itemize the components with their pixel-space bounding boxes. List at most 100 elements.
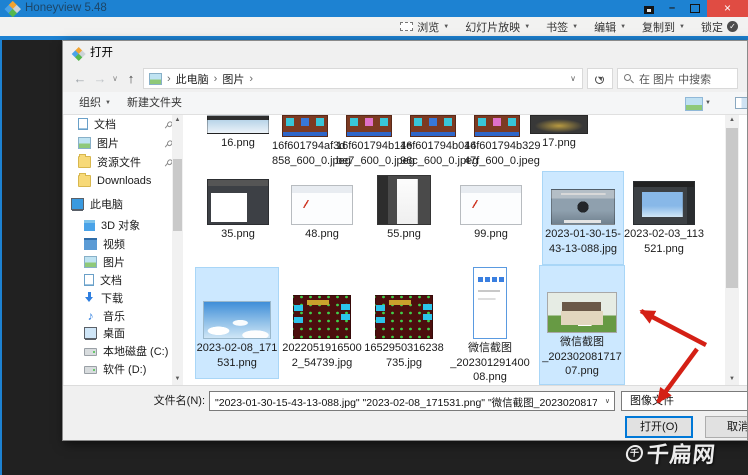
dialog-footer: 文件名(N): ∨ 图像文件 打开(O) 取消 xyxy=(63,385,747,441)
pictures-icon xyxy=(84,256,97,268)
copy-to-menu[interactable]: 复制到▼ xyxy=(642,19,685,35)
file-item[interactable]: 16f601794b14e be7_600_0.jpeg xyxy=(336,115,402,168)
minimize-button[interactable]: – xyxy=(661,0,683,17)
navigation-bar: ← → ∨ ↑ › 此电脑 › 图片 › ∨ xyxy=(63,65,747,92)
breadcrumb-separator: › xyxy=(214,73,218,85)
file-thumbnail xyxy=(207,115,269,134)
file-thumbnail xyxy=(547,292,617,333)
dialog-content: 文档 图片 资源文件 Downloads xyxy=(64,115,747,385)
back-button[interactable]: ← xyxy=(71,69,89,88)
desktop-icon xyxy=(84,327,97,339)
file-name: 微信截图 _202302081717 07.png xyxy=(539,335,625,379)
edit-menu[interactable]: 编辑▼ xyxy=(594,19,626,35)
file-thumbnail xyxy=(293,295,351,339)
file-item[interactable]: 48.png xyxy=(282,171,362,265)
screen: Honeyview 5.48 – × 浏览▼ 幻灯片放映▼ 书签▼ 编辑▼ 复制… xyxy=(0,0,748,475)
lock-toggle[interactable]: 锁定✓ xyxy=(701,19,738,35)
watermark-text: 千扁网 xyxy=(645,437,717,469)
scrollbar-thumb[interactable] xyxy=(726,128,738,288)
new-folder-button[interactable]: 新建文件夹 xyxy=(127,92,182,114)
file-list-scrollbar[interactable]: ▲ ▼ xyxy=(725,115,739,385)
scroll-up-icon[interactable]: ▲ xyxy=(725,115,739,126)
chevron-down-icon: ▼ xyxy=(105,92,111,114)
file-item-selected[interactable]: 2023-02-08_171 531.png xyxy=(195,267,279,379)
cancel-button[interactable]: 取消 xyxy=(705,416,748,438)
forward-button[interactable]: → xyxy=(91,69,109,88)
refresh-button[interactable] xyxy=(587,68,613,89)
address-dropdown-icon[interactable]: ∨ xyxy=(570,74,576,83)
file-name: 48.png xyxy=(282,227,362,242)
browse-menu[interactable]: 浏览▼ xyxy=(400,19,449,35)
disk-icon xyxy=(84,348,97,356)
file-item[interactable]: 2022051916500 2_54739.jpg xyxy=(282,267,362,379)
preview-pane-button[interactable] xyxy=(735,97,748,109)
file-thumbnail xyxy=(460,185,522,225)
file-thumbnail xyxy=(530,115,588,134)
folder-icon xyxy=(78,156,91,168)
view-mode-dropdown-icon[interactable]: ▼ xyxy=(705,100,711,106)
pictures-icon xyxy=(149,73,162,85)
check-circle-icon: ✓ xyxy=(727,21,738,32)
scrollbar-thumb[interactable] xyxy=(173,159,182,231)
file-thumbnail xyxy=(633,181,695,225)
file-item[interactable]: 16f601794b329 47f_600_0.jpeg xyxy=(464,115,530,168)
document-icon xyxy=(78,118,88,130)
search-input[interactable] xyxy=(637,70,737,89)
command-bar: 组织▼ 新建文件夹 ▼ xyxy=(63,92,747,115)
organize-menu[interactable]: 组织▼ xyxy=(79,92,111,114)
sidebar-item-pictures[interactable]: 图片 xyxy=(64,134,186,152)
folder-icon xyxy=(78,175,91,187)
file-name: 16.png xyxy=(205,136,271,151)
view-mode-button[interactable] xyxy=(685,97,703,111)
filetype-value: 图像文件 xyxy=(630,395,674,407)
disk-icon xyxy=(84,366,97,374)
file-thumbnail xyxy=(410,115,456,137)
file-thumbnail xyxy=(377,175,431,225)
scroll-up-icon[interactable]: ▲ xyxy=(172,115,183,126)
bookmarks-menu[interactable]: 书签▼ xyxy=(546,19,578,35)
file-thumbnail xyxy=(375,295,433,339)
filetype-combobox[interactable]: 图像文件 xyxy=(621,391,748,411)
scroll-down-icon[interactable]: ▼ xyxy=(725,374,739,385)
file-item-selected[interactable]: 微信截图 _202302081717 07.png xyxy=(539,265,625,385)
file-item[interactable]: 1652950316238 735.jpg xyxy=(364,267,444,379)
refresh-icon xyxy=(595,75,604,84)
sidebar-item-documents[interactable]: 文档 xyxy=(64,115,186,133)
sidebar-scrollbar[interactable]: ▲ ▼ xyxy=(172,115,183,385)
fit-to-screen-button[interactable] xyxy=(638,0,660,17)
up-button[interactable]: ↑ xyxy=(123,69,139,88)
filename-combobox[interactable]: ∨ xyxy=(209,391,615,411)
close-button[interactable]: × xyxy=(707,0,748,17)
file-item[interactable]: 99.png xyxy=(451,171,531,265)
slideshow-menu[interactable]: 幻灯片放映▼ xyxy=(465,19,530,35)
filename-input[interactable] xyxy=(213,393,599,411)
address-bar[interactable]: › 此电脑 › 图片 › ∨ xyxy=(143,68,583,89)
breadcrumb-this-pc[interactable]: 此电脑 xyxy=(176,71,209,87)
sidebar-item-downloads-folder[interactable]: Downloads xyxy=(64,172,186,190)
file-name: 17.png xyxy=(526,136,592,151)
file-item[interactable]: 微信截图 _202301291400 08.png xyxy=(447,267,533,385)
sidebar-item-this-pc[interactable]: 此电脑 xyxy=(64,195,179,213)
file-item[interactable]: 16f601794b044 96c_600_0.jpeg xyxy=(400,115,466,168)
search-box[interactable] xyxy=(617,68,738,89)
file-item-selected[interactable]: 2023-01-30-15- 43-13-088.jpg xyxy=(542,171,624,265)
history-dropdown-icon[interactable]: ∨ xyxy=(109,69,121,88)
maximize-button[interactable] xyxy=(684,0,706,17)
file-thumbnail xyxy=(474,115,520,137)
sidebar-item-resources[interactable]: 资源文件 xyxy=(64,153,186,171)
chevron-down-icon: ▼ xyxy=(524,24,530,30)
scroll-down-icon[interactable]: ▼ xyxy=(172,374,183,385)
file-item[interactable]: 16.png xyxy=(205,115,271,151)
file-item[interactable]: 35.png xyxy=(198,171,278,265)
breadcrumb-pictures[interactable]: 图片 xyxy=(222,71,244,87)
chevron-down-icon: ▼ xyxy=(572,24,578,30)
dialog-titlebar[interactable]: 打开 xyxy=(63,41,747,65)
open-button[interactable]: 打开(O) xyxy=(625,416,693,438)
videos-icon xyxy=(84,238,97,250)
file-item[interactable]: 2023-02-03_113 521.png xyxy=(624,171,704,265)
file-item[interactable]: 16f601794af3d 858_600_0.jpeg xyxy=(272,115,338,168)
file-thumbnail xyxy=(346,115,392,137)
chevron-down-icon[interactable]: ∨ xyxy=(605,397,610,405)
file-item[interactable]: 17.png xyxy=(526,115,592,151)
file-item[interactable]: 55.png xyxy=(364,171,444,265)
